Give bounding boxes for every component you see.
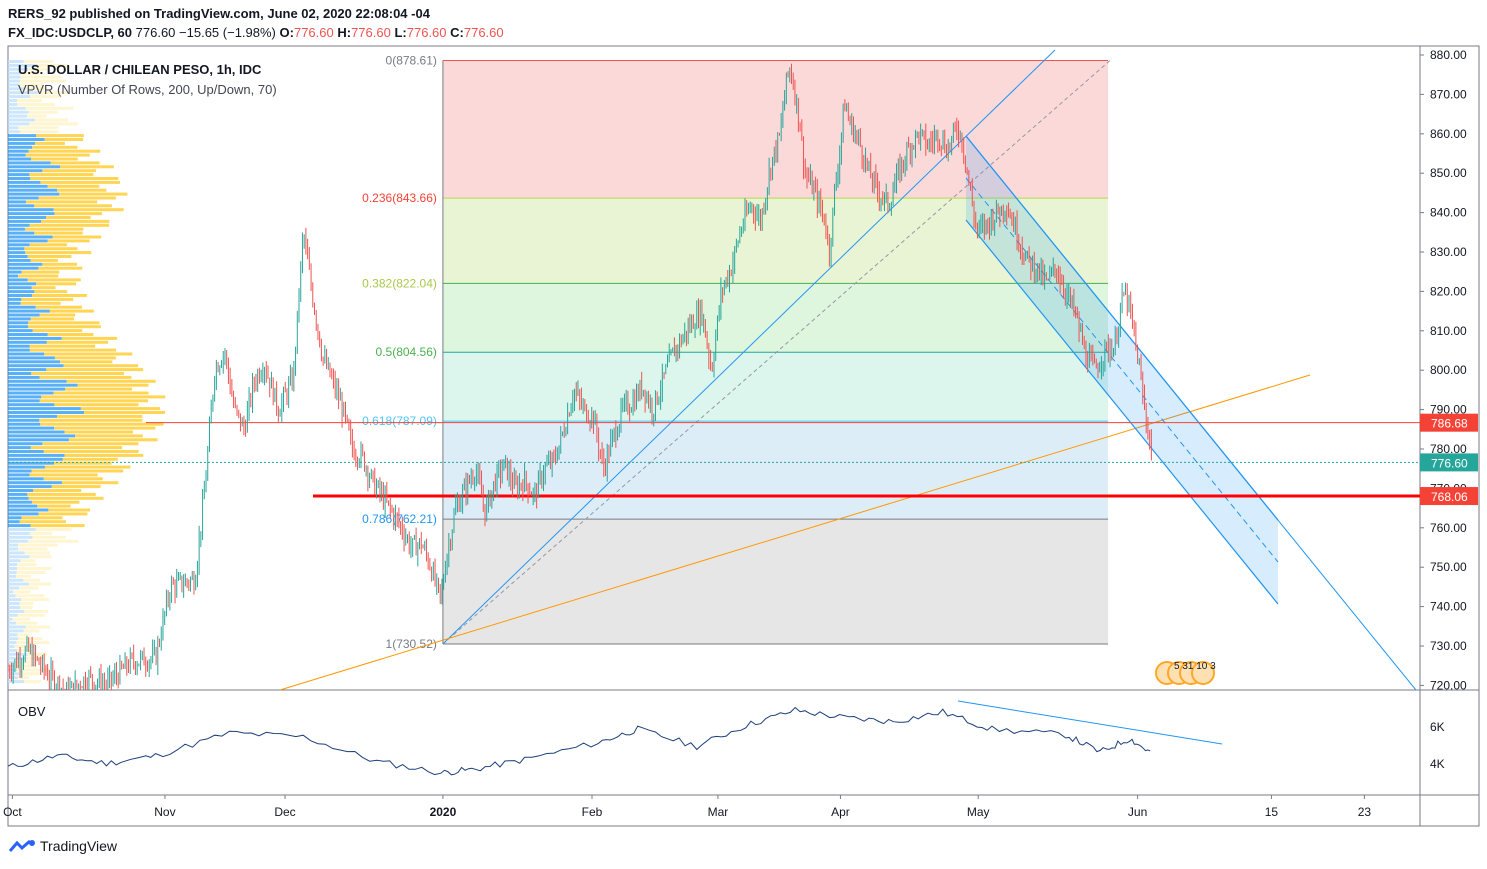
- x-tick-label: Apr: [831, 805, 850, 819]
- x-tick-label: May: [967, 805, 990, 819]
- x-tick-label: Oct: [3, 805, 22, 819]
- y-tick-label: 830.00: [1430, 245, 1467, 259]
- y-tick-label: 730.00: [1430, 639, 1467, 653]
- fib-level-label: 0.236(843.66): [362, 191, 437, 205]
- y-tick-label: 820.00: [1430, 284, 1467, 298]
- footer-brand: TradingView: [40, 838, 118, 854]
- y-tick-label: 750.00: [1430, 560, 1467, 574]
- indicator-label: VPVR (Number Of Rows, 200, Up/Down, 70): [18, 82, 277, 97]
- fib-level-label: 0.618(787.09): [362, 414, 437, 428]
- y-tick-label: 840.00: [1430, 206, 1467, 220]
- fib-zone: [442, 421, 1109, 520]
- x-tick-label: 2020: [430, 805, 457, 819]
- price-axis-badge-label: 776.60: [1431, 456, 1468, 470]
- main-pane: 0(878.61) 0.236(843.66) 0.382(822.04) 0.5(8…: [8, 49, 1420, 690]
- fib-zone: [442, 283, 1109, 353]
- x-tick-label: Nov: [154, 805, 175, 819]
- fib-zone: [442, 519, 1109, 644]
- chart-title: U.S. DOLLAR / CHILEAN PESO, 1h, IDC: [18, 62, 262, 77]
- events-label: 5 31 10 3: [1174, 661, 1216, 672]
- obv-tick-label: 4K: [1430, 757, 1445, 771]
- x-tick-label: Dec: [274, 805, 295, 819]
- tradingview-logo-icon: [8, 839, 35, 852]
- obv-pane: OBV 6K 4K: [7, 700, 1445, 776]
- x-tick-label: 15: [1265, 805, 1279, 819]
- obv-tick-label: 6K: [1430, 720, 1445, 734]
- x-tick-label: Mar: [708, 805, 729, 819]
- obv-label: OBV: [18, 704, 46, 719]
- y-tick-label: 850.00: [1430, 166, 1467, 180]
- price-axis-badge-label: 786.68: [1431, 417, 1468, 431]
- volume-profile: [8, 60, 166, 684]
- footer-branding: TradingView: [8, 838, 117, 854]
- x-tick-label: Feb: [582, 805, 603, 819]
- y-tick-label: 880.00: [1430, 48, 1467, 62]
- y-tick-label: 870.00: [1430, 87, 1467, 101]
- y-tick-label: 800.00: [1430, 363, 1467, 377]
- price-axis-badge-label: 768.06: [1431, 490, 1468, 504]
- y-tick-label: 860.00: [1430, 127, 1467, 141]
- price-chart[interactable]: 0(878.61) 0.236(843.66) 0.382(822.04) 0.5(8…: [0, 0, 1487, 869]
- fib-zone: [442, 60, 1109, 199]
- y-tick-label: 760.00: [1430, 521, 1467, 535]
- y-tick-label: 740.00: [1430, 600, 1467, 614]
- obv-line: [7, 706, 1151, 776]
- obv-divergence-line: [957, 700, 1223, 745]
- x-tick-label: 23: [1358, 805, 1372, 819]
- fib-zone: [442, 352, 1109, 422]
- y-tick-label: 720.00: [1430, 678, 1467, 692]
- fib-level-label: 0.5(804.56): [376, 345, 437, 359]
- fib-level-label: 0.786(762.21): [362, 512, 437, 526]
- x-tick-label: Jun: [1128, 805, 1147, 819]
- y-tick-label: 810.00: [1430, 324, 1467, 338]
- fib-level-label: 0.382(822.04): [362, 276, 437, 290]
- fib-level-label: 0(878.61): [386, 53, 437, 67]
